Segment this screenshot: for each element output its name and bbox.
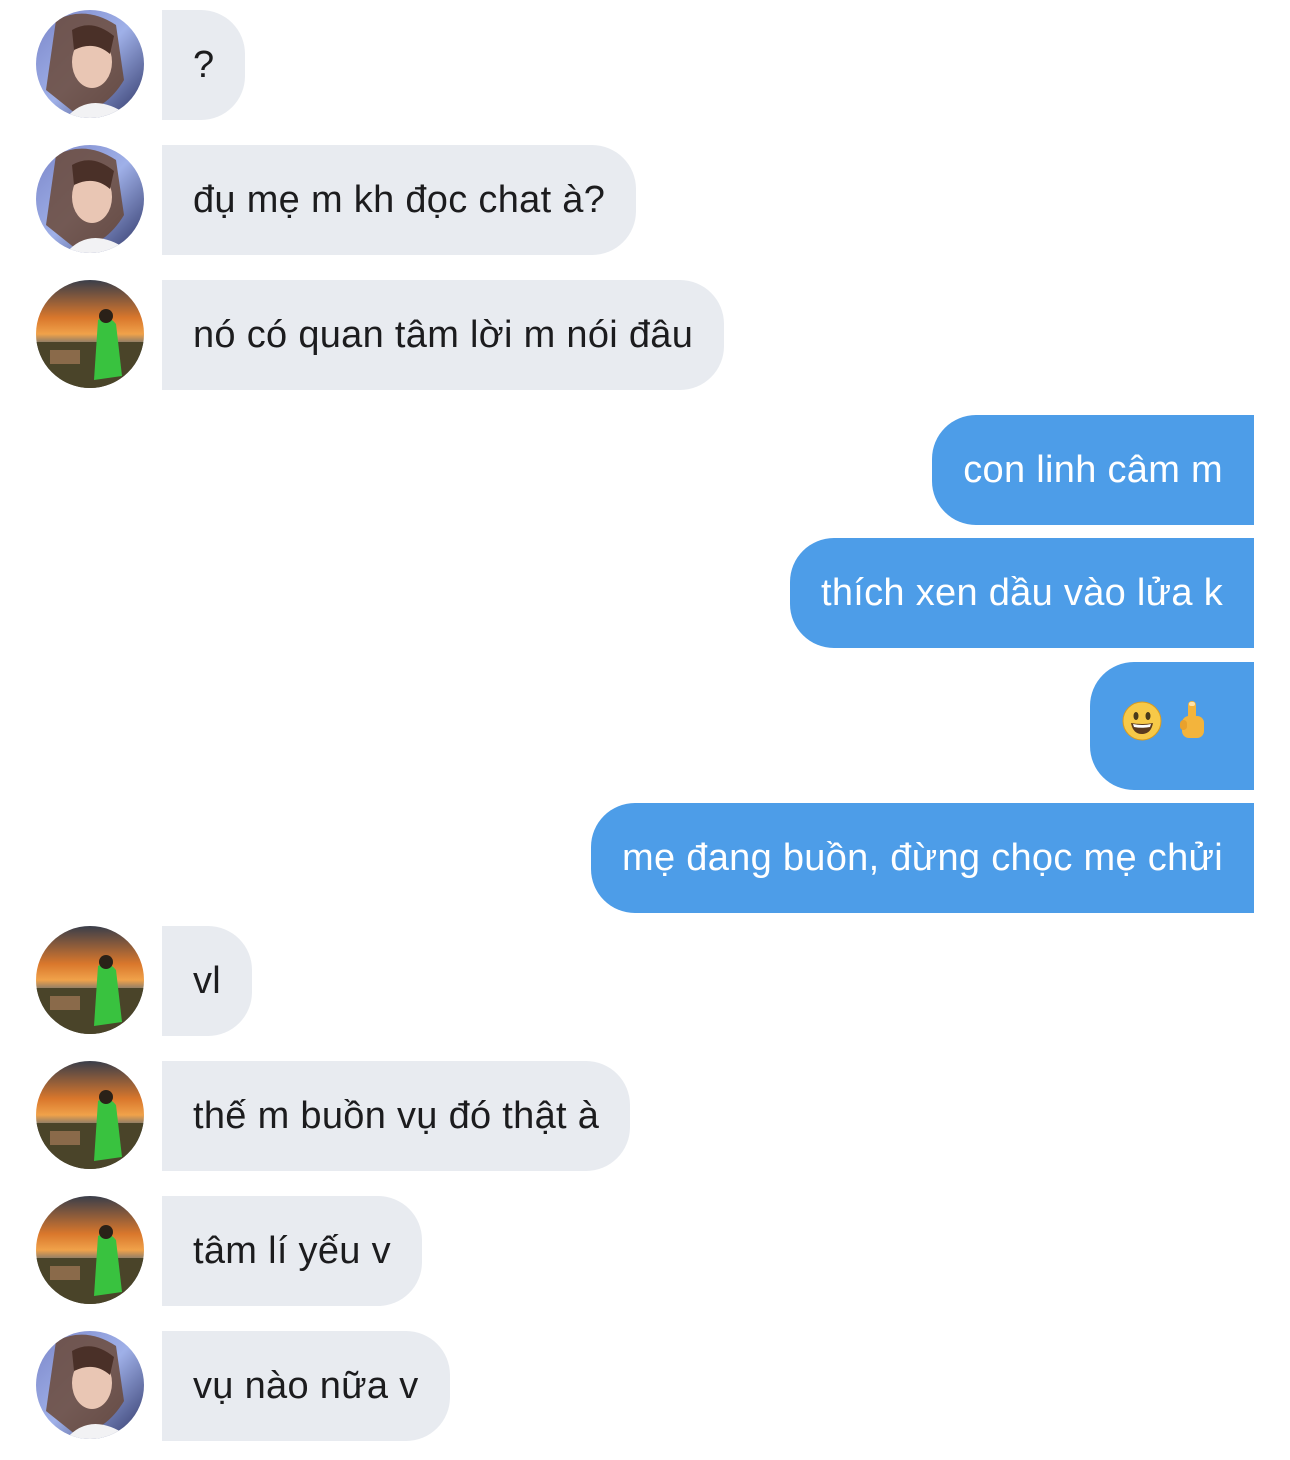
- avatar[interactable]: [36, 1196, 144, 1304]
- message-text: tâm lí yếu v: [193, 1229, 391, 1272]
- message-text: ?: [193, 43, 215, 86]
- incoming-message-bubble[interactable]: nó có quan tâm lời m nói đâu: [162, 280, 725, 390]
- avatar[interactable]: [36, 1061, 144, 1169]
- incoming-message-bubble[interactable]: vụ nào nữa v: [162, 1331, 450, 1441]
- sunset-avatar-icon: [36, 1196, 144, 1304]
- message-row: thích xen dầu vào lửa k: [0, 538, 1290, 648]
- incoming-message-bubble[interactable]: ?: [162, 10, 246, 120]
- message-text: thích xen dầu vào lửa k: [820, 571, 1223, 614]
- grinning-face-icon: [1122, 701, 1162, 751]
- incoming-message-bubble[interactable]: vl: [162, 926, 253, 1036]
- outgoing-message-bubble[interactable]: mẹ đang buồn, đừng chọc mẹ chửi: [591, 803, 1254, 913]
- girl-avatar-icon: [36, 145, 144, 253]
- message-row: đụ mẹ m kh đọc chat à?: [0, 145, 1290, 255]
- outgoing-message-bubble[interactable]: [1090, 662, 1254, 790]
- sunset-avatar-icon: [36, 280, 144, 388]
- message-row: nó có quan tâm lời m nói đâu: [0, 280, 1290, 390]
- message-text: thế m buồn vụ đó thật à: [193, 1094, 600, 1137]
- message-row: con linh câm m: [0, 415, 1290, 525]
- sunset-avatar-icon: [36, 1061, 144, 1169]
- message-row: [0, 662, 1290, 790]
- message-text: mẹ đang buồn, đừng chọc mẹ chửi: [622, 836, 1223, 879]
- message-text: nó có quan tâm lời m nói đâu: [193, 313, 694, 356]
- message-row: tâm lí yếu v: [0, 1196, 1290, 1306]
- message-row: thế m buồn vụ đó thật à: [0, 1061, 1290, 1171]
- message-row: vụ nào nữa v: [0, 1331, 1290, 1441]
- avatar[interactable]: [36, 926, 144, 1034]
- avatar[interactable]: [36, 10, 144, 118]
- sunset-avatar-icon: [36, 926, 144, 1034]
- message-text: con linh câm m: [963, 448, 1223, 491]
- incoming-message-bubble[interactable]: thế m buồn vụ đó thật à: [162, 1061, 631, 1171]
- avatar[interactable]: [36, 145, 144, 253]
- message-row: vl: [0, 926, 1290, 1036]
- avatar[interactable]: [36, 1331, 144, 1439]
- girl-avatar-icon: [36, 10, 144, 118]
- message-text: vl: [193, 959, 222, 1002]
- middle-finger-icon: [1178, 700, 1206, 752]
- outgoing-message-bubble[interactable]: con linh câm m: [932, 415, 1254, 525]
- avatar[interactable]: [36, 280, 144, 388]
- message-row: mẹ đang buồn, đừng chọc mẹ chửi: [0, 803, 1290, 913]
- message-text: vụ nào nữa v: [193, 1364, 419, 1407]
- incoming-message-bubble[interactable]: tâm lí yếu v: [162, 1196, 422, 1306]
- outgoing-message-bubble[interactable]: thích xen dầu vào lửa k: [789, 538, 1254, 648]
- message-row: ?: [0, 10, 1290, 120]
- message-text: đụ mẹ m kh đọc chat à?: [193, 178, 606, 221]
- incoming-message-bubble[interactable]: đụ mẹ m kh đọc chat à?: [162, 145, 637, 255]
- girl-avatar-icon: [36, 1331, 144, 1439]
